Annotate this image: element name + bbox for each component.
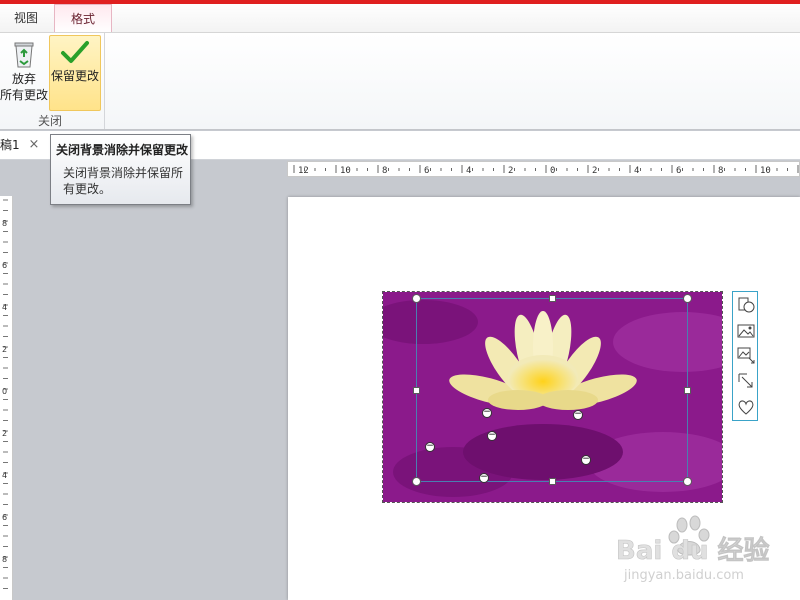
resize-handle-bottom-right[interactable]: [683, 477, 692, 486]
ruler-label: 4: [2, 303, 7, 312]
remove-mark[interactable]: −: [487, 431, 497, 441]
resize-handle-right[interactable]: [684, 387, 691, 394]
ruler-label: 0: [2, 387, 7, 396]
ruler-label: 6: [2, 513, 7, 522]
ruler-label: 2: [508, 166, 513, 176]
ruler-label: 6: [424, 166, 429, 176]
close-icon[interactable]: ×: [26, 131, 42, 159]
remove-mark[interactable]: −: [479, 473, 489, 483]
ruler-label: 8: [382, 166, 387, 176]
horizontal-ruler-ticks: 12108642024681012: [293, 165, 799, 176]
ruler-label: 12: [298, 166, 309, 176]
discard-label-line1: 放弃: [11, 72, 36, 86]
crop-icon[interactable]: [737, 346, 755, 364]
ruler-label: 10: [760, 166, 771, 176]
resize-handle-top-right[interactable]: [683, 294, 692, 303]
remove-mark[interactable]: −: [425, 442, 435, 452]
remove-mark[interactable]: −: [482, 408, 492, 418]
vertical-ruler: 8 6 4 2 0 2 4 6 8: [0, 196, 13, 600]
ruler-label: 4: [466, 166, 471, 176]
ruler-label: 8: [2, 555, 7, 564]
resize-handle-bottom-left[interactable]: [412, 477, 421, 486]
shape-icon[interactable]: [737, 296, 755, 314]
layout-options-toolbar: [732, 291, 758, 421]
horizontal-ruler: 12108642024681012: [287, 161, 800, 177]
ruler-label: 8: [718, 166, 723, 176]
tooltip-body: 关闭背景消除并保留所有更改。: [63, 166, 184, 196]
remove-mark[interactable]: −: [573, 410, 583, 420]
discard-label-line2: 所有更改: [0, 88, 49, 102]
ribbon-group-close: 放弃 所有更改 保留更改 关闭: [0, 33, 105, 129]
ruler-label: 4: [634, 166, 639, 176]
ruler-label: 6: [2, 261, 7, 270]
tooltip-title: 关闭背景消除并保留更改: [56, 143, 189, 157]
document-tab[interactable]: 稿1: [0, 131, 20, 159]
heart-icon[interactable]: [737, 398, 755, 416]
recycle-bin-icon: [14, 42, 34, 68]
ruler-label: 4: [2, 471, 7, 480]
picture-icon[interactable]: [737, 322, 755, 340]
ribbon: 放弃 所有更改 保留更改 关闭: [0, 32, 800, 130]
ruler-label: 2: [2, 345, 7, 354]
resize-handle-left[interactable]: [413, 387, 420, 394]
ribbon-tab-strip: 视图 格式: [0, 4, 800, 33]
keep-label: 保留更改: [50, 69, 99, 83]
resize-handle-top-left[interactable]: [412, 294, 421, 303]
discard-all-changes-button[interactable]: 放弃 所有更改: [0, 35, 48, 111]
ruler-label: 2: [592, 166, 597, 176]
checkmark-icon: [61, 41, 89, 63]
resize-icon[interactable]: [737, 372, 755, 390]
ruler-label: 0: [550, 166, 555, 176]
ruler-label: 2: [2, 429, 7, 438]
tab-view[interactable]: 视图: [0, 4, 52, 32]
keep-area-marquee[interactable]: [412, 294, 692, 486]
keep-changes-button[interactable]: 保留更改: [49, 35, 101, 111]
remove-mark[interactable]: −: [581, 455, 591, 465]
tooltip: 关闭背景消除并保留更改 关闭背景消除并保留所有更改。: [50, 134, 191, 205]
ruler-label: 8: [2, 219, 7, 228]
ruler-label: 6: [676, 166, 681, 176]
ruler-label: 10: [340, 166, 351, 176]
resize-handle-top[interactable]: [549, 295, 556, 302]
group-label-close: 关闭: [37, 114, 62, 128]
vertical-ruler-ticks: 8 6 4 2 0 2 4 6 8: [2, 199, 8, 589]
resize-handle-bottom[interactable]: [549, 478, 556, 485]
tab-format[interactable]: 格式: [54, 4, 112, 33]
